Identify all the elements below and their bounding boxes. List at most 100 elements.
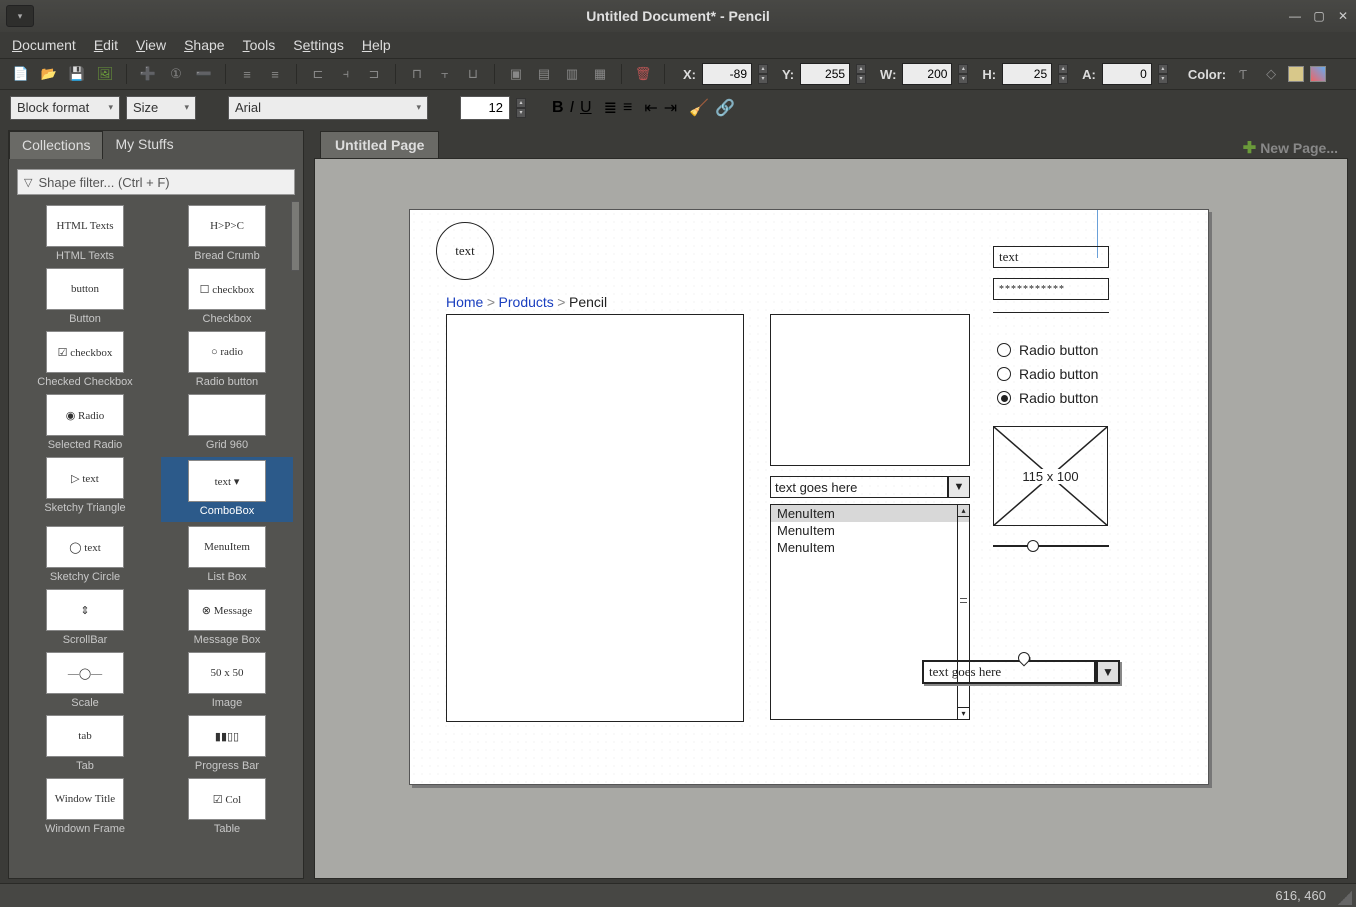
minimize-button[interactable]: —: [1284, 5, 1306, 27]
gradient-chip[interactable]: [1310, 66, 1326, 82]
shape-item-html-texts[interactable]: HTML TextsHTML Texts: [19, 205, 151, 264]
radio-icon[interactable]: [997, 343, 1011, 357]
zoom-in-icon[interactable]: ➕: [137, 63, 159, 85]
shape-filter-input[interactable]: ▽ Shape filter... (Ctrl + F): [17, 169, 295, 195]
shape-item-checkbox[interactable]: ☐ checkboxCheckbox: [161, 268, 293, 327]
page-tab[interactable]: Untitled Page: [320, 131, 439, 158]
font-size-spinner[interactable]: ▴▾: [516, 98, 526, 118]
shape-item-radio-button[interactable]: ○ radioRadio button: [161, 331, 293, 390]
close-button[interactable]: ✕: [1332, 5, 1354, 27]
halign-left-icon[interactable]: ⊏: [307, 63, 329, 85]
x-input[interactable]: [702, 63, 752, 85]
size-combo[interactable]: Size▾: [126, 96, 196, 120]
a-spinner[interactable]: ▴▾: [1158, 64, 1168, 84]
new-doc-icon[interactable]: 📄: [10, 63, 32, 85]
sketchy-circle-shape[interactable]: text: [436, 222, 494, 280]
shape-item-progress-bar[interactable]: ▮▮▯▯Progress Bar: [161, 715, 293, 774]
shape-item-combobox[interactable]: text ▾ComboBox: [161, 457, 293, 522]
h-input[interactable]: [1002, 63, 1052, 85]
font-family-combo[interactable]: Arial▾: [228, 96, 428, 120]
shapes-scrollbar[interactable]: [289, 201, 299, 872]
list-bullet-icon[interactable]: ≣: [604, 98, 617, 118]
menu-tools[interactable]: Tools: [243, 37, 276, 53]
shape-item-grid-960[interactable]: Grid 960: [161, 394, 293, 453]
italic-icon[interactable]: I: [570, 99, 574, 117]
new-page-button[interactable]: ✚ New Page...: [1243, 138, 1348, 158]
fill-color-chip[interactable]: [1288, 66, 1304, 82]
mid-rect-shape[interactable]: [770, 314, 970, 466]
valign-top-icon[interactable]: ⊓: [406, 63, 428, 85]
w-spinner[interactable]: ▴▾: [958, 64, 968, 84]
block-format-combo[interactable]: Block format▾: [10, 96, 120, 120]
clear-format-icon[interactable]: 🧹: [689, 98, 709, 118]
menu-edit[interactable]: Edit: [94, 37, 118, 53]
bring-forward-icon[interactable]: ▤: [533, 63, 555, 85]
radio-icon[interactable]: [997, 391, 1011, 405]
valign-middle-icon[interactable]: ⫟: [434, 63, 456, 85]
save-icon[interactable]: 💾: [66, 63, 88, 85]
valign-bottom-icon[interactable]: ⊔: [462, 63, 484, 85]
halign-center-icon[interactable]: ⫞: [335, 63, 357, 85]
menu-settings[interactable]: Settings: [293, 37, 344, 53]
list-item[interactable]: MenuItem: [771, 522, 969, 539]
system-menu-icon[interactable]: ▾: [6, 5, 34, 27]
align-left-icon[interactable]: ≡: [236, 63, 258, 85]
menu-view[interactable]: View: [136, 37, 166, 53]
underline-icon[interactable]: U: [580, 99, 592, 117]
font-size-input[interactable]: [460, 96, 510, 120]
big-rect-shape[interactable]: [446, 314, 744, 722]
menu-shape[interactable]: Shape: [184, 37, 225, 53]
shape-item-windown-frame[interactable]: Window TitleWindown Frame: [19, 778, 151, 837]
y-spinner[interactable]: ▴▾: [856, 64, 866, 84]
list-item[interactable]: MenuItem: [771, 539, 969, 556]
h-spinner[interactable]: ▴▾: [1058, 64, 1068, 84]
shape-item-bread-crumb[interactable]: H>P>CBread Crumb: [161, 205, 293, 264]
indent-icon[interactable]: ⇥: [664, 98, 677, 118]
shape-item-sketchy-circle[interactable]: ◯ textSketchy Circle: [19, 526, 151, 585]
shape-item-tab[interactable]: tabTab: [19, 715, 151, 774]
bold-icon[interactable]: B: [552, 99, 564, 117]
shape-item-table[interactable]: ☑ ColTable: [161, 778, 293, 837]
open-doc-icon[interactable]: 📂: [38, 63, 60, 85]
link-icon[interactable]: 🔗: [715, 98, 735, 118]
listbox-scrollbar[interactable]: ▴▾: [957, 505, 969, 719]
w-input[interactable]: [902, 63, 952, 85]
delete-icon[interactable]: 🗑: [632, 63, 654, 85]
tab-mystuffs[interactable]: My Stuffs: [103, 131, 185, 159]
x-spinner[interactable]: ▴▾: [758, 64, 768, 84]
maximize-button[interactable]: ▢: [1308, 5, 1330, 27]
shape-item-list-box[interactable]: MenuItemList Box: [161, 526, 293, 585]
list-number-icon[interactable]: ≡: [623, 99, 632, 117]
tab-collections[interactable]: Collections: [9, 131, 103, 159]
shape-item-button[interactable]: buttonButton: [19, 268, 151, 327]
combobox-shape-1[interactable]: text goes here ▼: [770, 476, 970, 498]
shape-item-selected-radio[interactable]: ◉ RadioSelected Radio: [19, 394, 151, 453]
shape-item-image[interactable]: 50 x 50Image: [161, 652, 293, 711]
slider-shape[interactable]: [993, 540, 1109, 552]
send-back-icon[interactable]: ▦: [589, 63, 611, 85]
menu-help[interactable]: Help: [362, 37, 391, 53]
y-input[interactable]: [800, 63, 850, 85]
shape-item-scrollbar[interactable]: ⇕ScrollBar: [19, 589, 151, 648]
breadcrumb-shape[interactable]: Home > Products > Pencil: [446, 294, 607, 312]
hr-shape[interactable]: [993, 312, 1109, 313]
resize-grip-icon[interactable]: [1338, 891, 1352, 905]
bring-front-icon[interactable]: ▣: [505, 63, 527, 85]
stroke-color-icon[interactable]: ◇: [1260, 63, 1282, 85]
canvas[interactable]: text Home > Products > Pencil text goes …: [314, 158, 1348, 879]
password-shape[interactable]: ***********: [993, 278, 1109, 300]
text-color-icon[interactable]: Ƭ: [1232, 63, 1254, 85]
shape-item-message-box[interactable]: ⊗ MessageMessage Box: [161, 589, 293, 648]
shape-item-checked-checkbox[interactable]: ☑ checkboxChecked Checkbox: [19, 331, 151, 390]
zoom-out-icon[interactable]: ➖: [193, 63, 215, 85]
halign-right-icon[interactable]: ⊐: [363, 63, 385, 85]
menu-document[interactable]: Document: [12, 37, 76, 53]
a-input[interactable]: [1102, 63, 1152, 85]
zoom-reset-icon[interactable]: ①: [165, 63, 187, 85]
shape-item-sketchy-triangle[interactable]: ▷ textSketchy Triangle: [19, 457, 151, 522]
list-item[interactable]: MenuItem: [771, 505, 969, 522]
send-backward-icon[interactable]: ▥: [561, 63, 583, 85]
image-placeholder-shape[interactable]: 115 x 100: [993, 426, 1108, 526]
outdent-icon[interactable]: ⇤: [644, 98, 657, 118]
textfield-shape[interactable]: text: [993, 246, 1109, 268]
